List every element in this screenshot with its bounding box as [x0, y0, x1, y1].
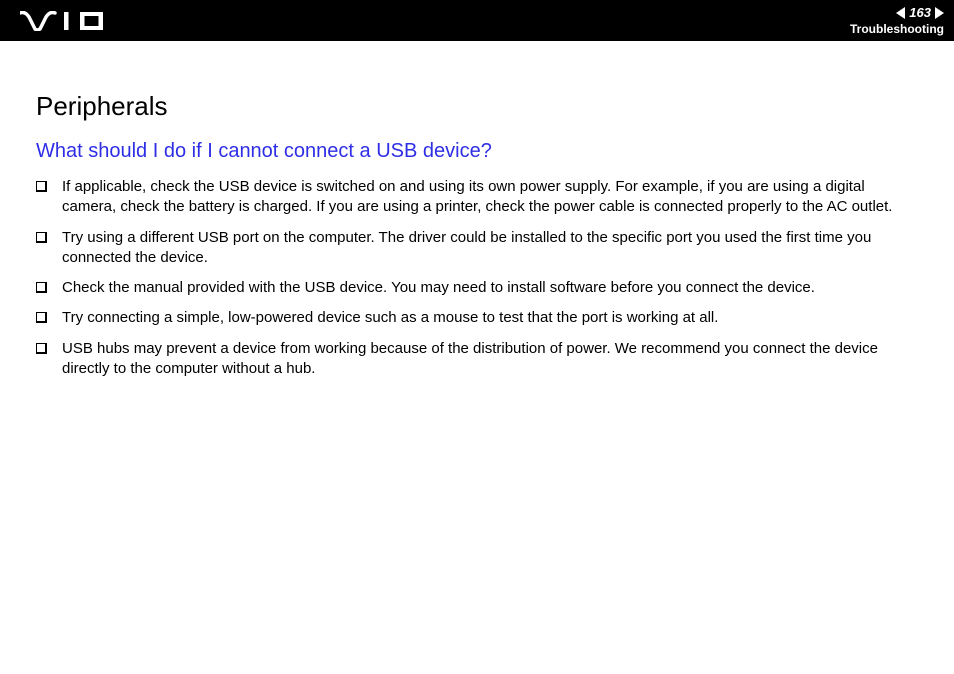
bullet-text: Check the manual provided with the USB d…	[62, 278, 918, 298]
page-title: Peripherals	[36, 91, 918, 122]
bullet-text: Try using a different USB port on the co…	[62, 228, 918, 269]
list-item: Try using a different USB port on the co…	[36, 228, 918, 269]
bullet-list: If applicable, check the USB device is s…	[36, 177, 918, 379]
header-bar: 163 Troubleshooting	[0, 0, 954, 41]
list-item: Try connecting a simple, low-powered dev…	[36, 308, 918, 328]
bullet-icon	[36, 343, 46, 353]
list-item: USB hubs may prevent a device from worki…	[36, 339, 918, 380]
bullet-icon	[36, 282, 46, 292]
bullet-text: USB hubs may prevent a device from worki…	[62, 339, 918, 380]
header-right: 163 Troubleshooting	[850, 5, 944, 36]
bullet-icon	[36, 181, 46, 191]
bullet-text: Try connecting a simple, low-powered dev…	[62, 308, 918, 328]
prev-page-arrow-icon[interactable]	[896, 7, 905, 19]
vaio-logo	[20, 11, 118, 31]
page-number: 163	[909, 5, 931, 20]
bullet-icon	[36, 232, 46, 242]
bullet-text: If applicable, check the USB device is s…	[62, 177, 918, 218]
list-item: Check the manual provided with the USB d…	[36, 278, 918, 298]
page-nav: 163	[896, 5, 944, 20]
bullet-icon	[36, 312, 46, 322]
next-page-arrow-icon[interactable]	[935, 7, 944, 19]
page-subtitle: What should I do if I cannot connect a U…	[36, 140, 918, 163]
section-name: Troubleshooting	[850, 22, 944, 36]
content-area: Peripherals What should I do if I cannot…	[0, 41, 954, 379]
list-item: If applicable, check the USB device is s…	[36, 177, 918, 218]
